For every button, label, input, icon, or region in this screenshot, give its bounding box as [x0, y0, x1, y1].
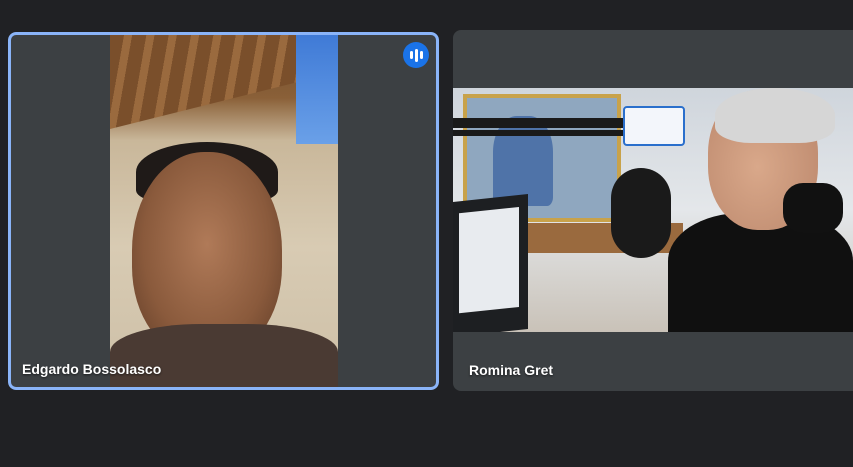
- radio-station-logo: [623, 106, 685, 146]
- participant-video: [453, 88, 853, 332]
- participant-name: Romina Gret: [469, 362, 554, 378]
- participant-tile-edgardo[interactable]: Edgardo Bossolasco: [8, 32, 439, 390]
- audio-level-icon: [403, 42, 429, 68]
- participant-tile-romina[interactable]: Romina Gret: [453, 30, 853, 391]
- headphones: [783, 183, 843, 233]
- microphone: [611, 168, 671, 258]
- participant-video: [110, 34, 338, 389]
- participant-name: Edgardo Bossolasco: [22, 361, 162, 377]
